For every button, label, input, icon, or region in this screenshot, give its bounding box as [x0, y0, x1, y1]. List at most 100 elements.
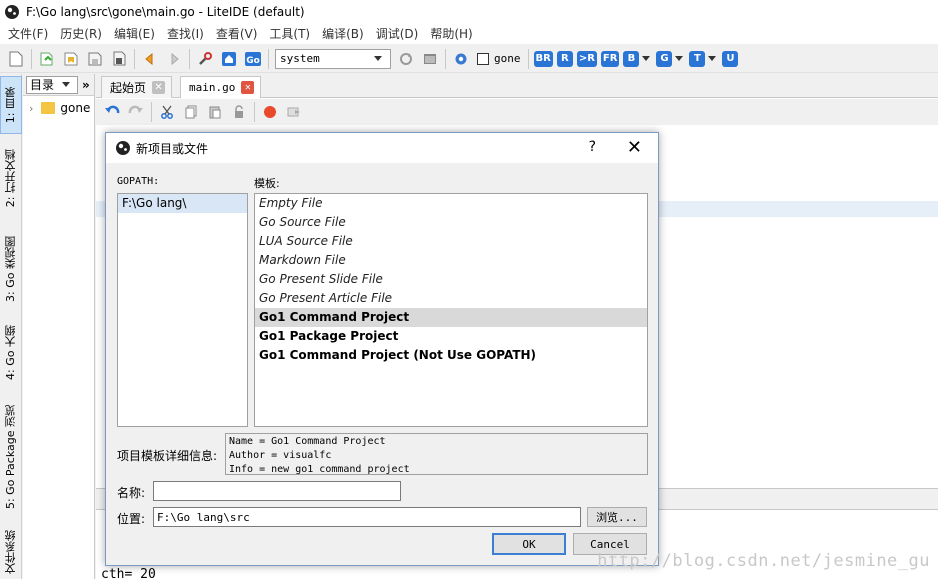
- tab-go-class-view[interactable]: 3: Go 类视图: [0, 224, 22, 314]
- redo-button[interactable]: [126, 102, 146, 122]
- nav-back-button[interactable]: [140, 49, 160, 69]
- get-button[interactable]: G: [656, 50, 673, 67]
- arrow-right-icon: [171, 52, 179, 65]
- save-button[interactable]: [85, 49, 105, 69]
- save-file-icon: [88, 52, 102, 65]
- environment-select[interactable]: system: [275, 48, 391, 69]
- chevron-down-icon: [62, 82, 70, 87]
- undo-button[interactable]: [102, 102, 122, 122]
- template-item-go1-package-project[interactable]: Go1 Package Project: [255, 327, 647, 346]
- menu-debug[interactable]: 调试(D): [370, 24, 425, 44]
- template-item-go1-command-project[interactable]: Go1 Command Project: [255, 308, 647, 327]
- location-input[interactable]: F:\Go lang\src: [153, 507, 581, 527]
- dialog-title: 新项目或文件: [136, 141, 209, 156]
- menu-build[interactable]: 编译(B): [316, 24, 370, 44]
- window-title: F:\Go lang\src\gone\main.go - LiteIDE (d…: [26, 5, 305, 19]
- template-list[interactable]: Empty File Go Source File LUA Source Fil…: [254, 193, 648, 427]
- tools-button[interactable]: [195, 49, 215, 69]
- paste-button[interactable]: [205, 102, 225, 122]
- close-icon[interactable]: ✕: [627, 137, 642, 158]
- update-button[interactable]: U: [722, 50, 739, 67]
- toolbar-separator: [134, 48, 135, 69]
- watermark-text: http://blog.csdn.net/jesmine_gu: [597, 551, 930, 571]
- gopath-list[interactable]: F:\Go lang\: [117, 193, 248, 427]
- file-run-button[interactable]: FR: [600, 50, 620, 67]
- nav-forward-button[interactable]: [164, 49, 184, 69]
- template-item-empty-file[interactable]: Empty File: [255, 194, 647, 213]
- title-bar: F:\Go lang\src\gone\main.go - LiteIDE (d…: [0, 0, 938, 24]
- tab-go-outline[interactable]: 4: Go 大纲: [0, 318, 22, 386]
- template-item-go-source-file[interactable]: Go Source File: [255, 213, 647, 232]
- menu-history[interactable]: 历史(R): [54, 24, 108, 44]
- run-term-button[interactable]: >R: [576, 50, 597, 67]
- tab-file-system[interactable]: 文件系统: [0, 524, 22, 579]
- checkbox-box[interactable]: [477, 52, 489, 65]
- home-button[interactable]: [219, 49, 239, 69]
- open-file-button[interactable]: [37, 49, 57, 69]
- template-item-go-present-article[interactable]: Go Present Article File: [255, 289, 647, 308]
- directory-select[interactable]: 目录: [26, 75, 78, 94]
- refresh-env-button[interactable]: [396, 49, 416, 69]
- gone-checkbox[interactable]: gone: [477, 52, 521, 65]
- run-button[interactable]: R: [556, 50, 573, 67]
- build-button[interactable]: B: [623, 50, 640, 67]
- cut-button[interactable]: [157, 102, 177, 122]
- liteide-logo-icon: [116, 141, 130, 155]
- test-button[interactable]: T: [689, 50, 706, 67]
- template-item-markdown-file[interactable]: Markdown File: [255, 251, 647, 270]
- chevron-down-icon: [374, 56, 382, 61]
- name-input[interactable]: [153, 481, 401, 501]
- playback-button[interactable]: [284, 102, 304, 122]
- template-item-go1-command-no-gopath[interactable]: Go1 Command Project (Not Use GOPATH): [255, 346, 647, 365]
- editor-toolbar: [96, 99, 938, 125]
- template-item-lua-source-file[interactable]: LUA Source File: [255, 232, 647, 251]
- tab-welcome-page[interactable]: 起始页 ✕: [101, 76, 173, 98]
- bookmark-file-icon: [64, 52, 78, 65]
- list-item[interactable]: F:\Go lang\: [118, 194, 247, 213]
- tree-item-gone[interactable]: › gone: [23, 98, 94, 118]
- lock-button[interactable]: [229, 102, 249, 122]
- save-all-icon: [113, 51, 126, 65]
- open-folder-button[interactable]: [61, 49, 81, 69]
- menu-edit[interactable]: 编辑(E): [108, 24, 161, 44]
- more-panels-button[interactable]: »: [82, 78, 90, 92]
- menu-help[interactable]: 帮助(H): [424, 24, 478, 44]
- ok-button[interactable]: OK: [492, 533, 566, 555]
- copy-button[interactable]: [181, 102, 201, 122]
- menu-find[interactable]: 查找(I): [161, 24, 210, 44]
- menu-view[interactable]: 查看(V): [210, 24, 264, 44]
- tab-main-go[interactable]: main.go ✕: [180, 76, 262, 98]
- gear-icon: [455, 53, 467, 64]
- chevron-down-icon[interactable]: [708, 56, 717, 61]
- new-file-button[interactable]: [6, 49, 26, 69]
- chevron-down-icon[interactable]: [642, 56, 651, 61]
- build-run-button[interactable]: BR: [533, 50, 553, 67]
- templates-label: 模板:: [254, 177, 280, 190]
- tab-go-outline-label: 4: Go 大纲: [4, 324, 17, 380]
- save-all-button[interactable]: [109, 49, 129, 69]
- main-toolbar: Go system gone BR R >R FR B G T U: [0, 45, 938, 73]
- go-button[interactable]: Go: [243, 49, 263, 69]
- help-button[interactable]: ?: [589, 139, 596, 155]
- chevron-down-icon[interactable]: [675, 56, 684, 61]
- directory-panel: 目录 » › gone: [23, 74, 95, 579]
- edit-env-button[interactable]: [420, 49, 440, 69]
- menu-bar: 文件(F) 历史(R) 编辑(E) 查找(I) 查看(V) 工具(T) 编译(B…: [0, 24, 938, 44]
- menu-tools[interactable]: 工具(T): [263, 24, 316, 44]
- close-icon[interactable]: ✕: [152, 81, 166, 94]
- tab-main-go-label: main.go: [189, 81, 236, 94]
- copy-icon: [185, 105, 197, 119]
- location-label: 位置:: [117, 512, 146, 526]
- tab-go-package-browser[interactable]: 5: Go Package 浏览: [0, 394, 22, 520]
- menu-file[interactable]: 文件(F): [2, 24, 54, 44]
- tab-open-documents[interactable]: 2: 打开文档: [0, 140, 22, 216]
- browse-button[interactable]: 浏览...: [587, 507, 647, 527]
- tab-directory[interactable]: 1: 目录: [0, 76, 22, 134]
- record-button[interactable]: [260, 102, 280, 122]
- details-line: Author = visualfc: [229, 450, 332, 461]
- chevron-right-icon[interactable]: ›: [29, 102, 33, 115]
- build-config-button[interactable]: [451, 49, 471, 69]
- template-item-go-present-slide[interactable]: Go Present Slide File: [255, 270, 647, 289]
- close-icon[interactable]: ✕: [241, 81, 255, 94]
- toolbar-separator: [254, 102, 255, 122]
